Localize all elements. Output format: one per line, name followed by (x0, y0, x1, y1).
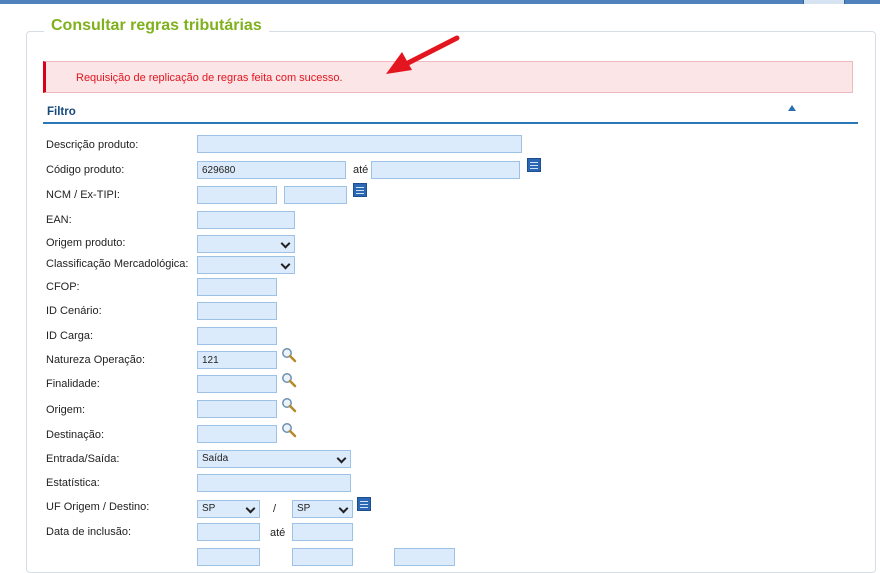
red-arrow-icon (386, 35, 460, 74)
classificacao-label: Classificação Mercadológica: (46, 258, 189, 270)
next-row-input-1[interactable] (197, 548, 260, 566)
uf-label: UF Origem / Destino: (46, 501, 150, 513)
rules-panel (26, 31, 876, 573)
uf-origem-value: SP (202, 503, 216, 514)
cfop-label: CFOP: (46, 281, 80, 293)
id-carga-label: ID Carga: (46, 330, 94, 342)
chevron-down-icon (280, 259, 291, 270)
page-title: Consultar regras tributárias (44, 17, 269, 35)
filter-divider (43, 122, 858, 124)
data-inclusao-ate-label: até (270, 527, 286, 539)
list-icon[interactable] (527, 158, 541, 172)
codigo-produto-input[interactable]: 629680 (197, 161, 346, 179)
destinacao-input[interactable] (197, 425, 277, 443)
chevron-down-icon (336, 453, 347, 464)
magnifier-icon[interactable] (281, 347, 297, 363)
top-bar-button[interactable] (803, 0, 845, 4)
origem-label: Origem: (46, 404, 86, 416)
finalidade-input[interactable] (197, 375, 277, 393)
uf-separator: / (273, 503, 277, 515)
destinacao-label: Destinação: (46, 429, 105, 441)
ncm-label: NCM / Ex-TIPI: (46, 189, 120, 201)
list-icon[interactable] (357, 497, 371, 511)
data-inclusao-from-input[interactable] (197, 523, 260, 541)
entrada-saida-select[interactable]: Saída (197, 450, 351, 468)
origem-produto-select[interactable] (197, 235, 295, 253)
magnifier-icon[interactable] (281, 422, 297, 438)
data-inclusao-to-input[interactable] (292, 523, 353, 541)
top-bar (0, 0, 880, 4)
codigo-produto-ate-input[interactable] (371, 161, 520, 179)
uf-destino-select[interactable]: SP (292, 500, 353, 518)
origem-produto-label: Origem produto: (46, 237, 126, 249)
codigo-produto-label: Código produto: (46, 164, 125, 176)
entrada-saida-label: Entrada/Saída: (46, 453, 120, 465)
uf-destino-value: SP (297, 503, 311, 514)
magnifier-icon[interactable] (281, 397, 297, 413)
next-row-input-2[interactable] (292, 548, 353, 566)
natureza-operacao-label: Natureza Operação: (46, 354, 146, 366)
id-cenario-input[interactable] (197, 302, 277, 320)
chevron-down-icon (338, 503, 349, 514)
ean-label: EAN: (46, 214, 72, 226)
chevron-down-icon (280, 238, 291, 249)
descricao-produto-label: Descrição produto: (46, 139, 139, 151)
entrada-saida-value: Saída (202, 453, 229, 464)
alert-message: Requisição de replicação de regras feita… (76, 72, 343, 84)
chevron-down-icon (245, 503, 256, 514)
ncm-input[interactable] (197, 186, 277, 204)
data-inclusao-label: Data de inclusão: (46, 526, 131, 538)
list-icon[interactable] (353, 183, 367, 197)
finalidade-label: Finalidade: (46, 378, 100, 390)
id-carga-input[interactable] (197, 327, 277, 345)
filter-title: Filtro (47, 106, 76, 118)
id-cenario-label: ID Cenário: (46, 305, 102, 317)
triangle-up-icon[interactable] (788, 105, 796, 111)
origem-input[interactable] (197, 400, 277, 418)
next-row-input-3[interactable] (394, 548, 455, 566)
ean-input[interactable] (197, 211, 295, 229)
estatistica-input[interactable] (197, 474, 351, 492)
uf-origem-select[interactable]: SP (197, 500, 260, 518)
magnifier-icon[interactable] (281, 372, 297, 388)
codigo-produto-ate-label: até (353, 164, 369, 176)
estatistica-label: Estatística: (46, 477, 100, 489)
ex-tipi-input[interactable] (284, 186, 347, 204)
natureza-operacao-input[interactable]: 121 (197, 351, 277, 369)
descricao-produto-input[interactable] (197, 135, 522, 153)
cfop-input[interactable] (197, 278, 277, 296)
classificacao-select[interactable] (197, 256, 295, 274)
